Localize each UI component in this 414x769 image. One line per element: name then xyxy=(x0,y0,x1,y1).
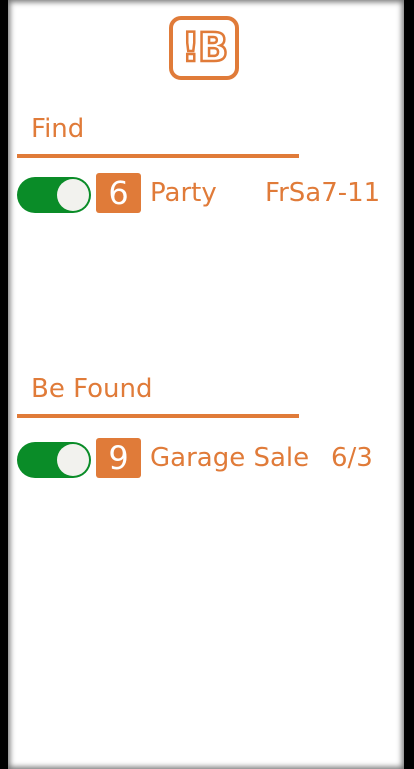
list-item-find-party[interactable]: 6 Party FrSa7-11 xyxy=(17,173,397,217)
toggle-knob xyxy=(57,444,89,476)
app-logo-icon: !B xyxy=(169,16,239,80)
section-title-be-found: Be Found xyxy=(31,374,153,404)
enable-toggle-garage-sale[interactable] xyxy=(17,442,91,478)
section-divider-find xyxy=(17,154,299,158)
list-item-be-found-garage-sale[interactable]: 9 Garage Sale 6/3 xyxy=(17,438,397,482)
section-divider-be-found xyxy=(17,414,299,418)
count-badge: 6 xyxy=(96,173,141,213)
item-label: Party xyxy=(150,178,217,208)
item-schedule: FrSa7-11 xyxy=(265,178,381,208)
app-screen: !B Find 6 Party FrSa7-11 Be Found 9 Gara… xyxy=(8,0,404,769)
section-title-find: Find xyxy=(31,114,85,144)
enable-toggle-party[interactable] xyxy=(17,177,91,213)
item-date: 6/3 xyxy=(331,443,373,473)
item-label: Garage Sale xyxy=(150,443,310,473)
toggle-knob xyxy=(57,179,89,211)
logo-text: !B xyxy=(180,25,229,71)
count-badge: 9 xyxy=(96,438,141,478)
